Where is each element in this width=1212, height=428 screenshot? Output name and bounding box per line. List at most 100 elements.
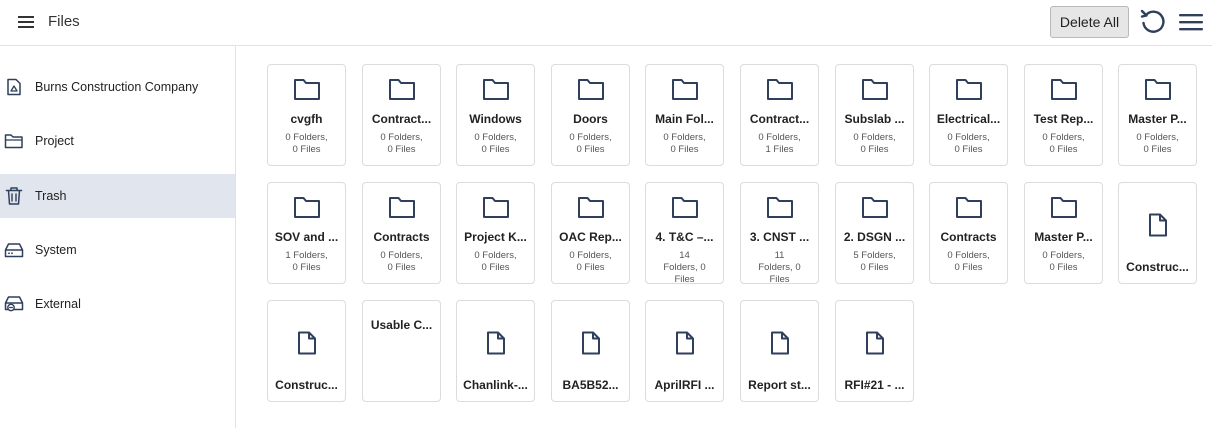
- item-count-line-2: Folders, 0: [758, 262, 801, 273]
- item-counts: 0 Folders, 0 Files: [461, 132, 530, 156]
- item-count-line-2: 0 Files: [860, 262, 889, 273]
- sidebar-item-project[interactable]: Project: [0, 119, 235, 163]
- item-name: Contract...: [749, 112, 810, 126]
- item-counts: 0 Folders, 0 Files: [367, 250, 436, 274]
- item-count-line-1: 0 Folders,: [758, 132, 801, 143]
- folder-card[interactable]: Contracts 0 Folders, 0 Files: [362, 182, 441, 284]
- item-count-line-1: 0 Folders,: [569, 132, 612, 143]
- menu-lines-icon: [1179, 14, 1203, 31]
- folder-card[interactable]: 4. T&C –... 14 Folders, 0 Files: [645, 182, 724, 284]
- sidebar-item-trash[interactable]: Trash: [0, 174, 235, 218]
- folder-card[interactable]: Contracts 0 Folders, 0 Files: [929, 182, 1008, 284]
- item-count-line-1: 0 Folders,: [380, 132, 423, 143]
- item-count-line-2: 0 Files: [387, 144, 416, 155]
- item-count-line-2: 0 Files: [954, 262, 983, 273]
- folder-card[interactable]: Main Fol... 0 Folders, 0 Files: [645, 64, 724, 166]
- folder-card[interactable]: Master P... 0 Folders, 0 Files: [1118, 64, 1197, 166]
- item-counts: 0 Folders, 0 Files: [461, 250, 530, 274]
- file-card[interactable]: AprilRFI ...: [645, 300, 724, 402]
- item-count-line-1: 0 Folders,: [947, 132, 990, 143]
- item-counts: 14 Folders, 0 Files: [650, 250, 719, 284]
- file-card[interactable]: Chanlink-...: [456, 300, 535, 402]
- item-count-line-2: 0 Files: [481, 144, 510, 155]
- folder-icon: [646, 77, 723, 101]
- item-count-line-2: 0 Files: [292, 262, 321, 273]
- item-name: Report st...: [748, 378, 811, 392]
- file-card[interactable]: Construc...: [1118, 182, 1197, 284]
- item-count-line-2: 0 Files: [1143, 144, 1172, 155]
- item-counts: 0 Folders, 0 Files: [556, 250, 625, 274]
- item-count-line-1: 0 Folders,: [380, 250, 423, 261]
- item-counts: 0 Folders, 0 Files: [840, 132, 909, 156]
- item-counts: 0 Folders, 0 Files: [650, 132, 719, 156]
- folder-icon: [741, 77, 818, 101]
- folder-card[interactable]: Test Rep... 0 Folders, 0 Files: [1024, 64, 1103, 166]
- file-card[interactable]: Construc...: [267, 300, 346, 402]
- item-name: Contract...: [371, 112, 432, 126]
- item-count-line-3: Files: [674, 274, 695, 284]
- file-icon: [836, 331, 913, 355]
- item-counts: 5 Folders, 0 Files: [840, 250, 909, 274]
- folder-card[interactable]: Project K... 0 Folders, 0 Files: [456, 182, 535, 284]
- sidebar-item-label: External: [35, 297, 81, 311]
- folder-icon: [741, 195, 818, 219]
- item-count-line-2: 0 Files: [1049, 262, 1078, 273]
- folder-icon: [836, 77, 913, 101]
- folder-icon: [457, 195, 534, 219]
- item-counts: 0 Folders, 1 Files: [745, 132, 814, 156]
- item-count-line-1: 0 Folders,: [474, 250, 517, 261]
- folder-card[interactable]: 3. CNST ... 11 Folders, 0 Files: [740, 182, 819, 284]
- folder-icon: [268, 195, 345, 219]
- item-count-line-2: 0 Files: [576, 144, 605, 155]
- item-count-line-1: 14: [679, 250, 690, 261]
- sidebar-item-system[interactable]: System: [0, 228, 235, 272]
- file-icon: [1119, 213, 1196, 237]
- sidebar-item-label: System: [35, 243, 77, 257]
- sidebar: Burns Construction Company Project Trash…: [0, 46, 236, 428]
- sidebar-item-external[interactable]: External: [0, 282, 235, 326]
- folder-card[interactable]: Doors 0 Folders, 0 Files: [551, 64, 630, 166]
- file-card[interactable]: Usable C...: [362, 300, 441, 402]
- item-name: 3. CNST ...: [749, 230, 810, 244]
- sidebar-item-burns-construction-company[interactable]: Burns Construction Company: [0, 65, 235, 109]
- file-card[interactable]: RFI#21 - ...: [835, 300, 914, 402]
- folder-card[interactable]: Windows 0 Folders, 0 Files: [456, 64, 535, 166]
- folder-card[interactable]: Contract... 0 Folders, 1 Files: [740, 64, 819, 166]
- file-icon: [741, 331, 818, 355]
- item-counts: 0 Folders, 0 Files: [272, 132, 341, 156]
- item-name: Usable C...: [370, 318, 433, 332]
- item-counts: 1 Folders, 0 Files: [272, 250, 341, 274]
- folder-icon: [836, 195, 913, 219]
- item-name: Construc...: [1126, 260, 1189, 274]
- folder-icon: [1025, 77, 1102, 101]
- file-card[interactable]: BA5B52...: [551, 300, 630, 402]
- hamburger-menu-button[interactable]: [16, 12, 40, 32]
- item-count-line-1: 0 Folders,: [663, 132, 706, 143]
- folder-card[interactable]: 2. DSGN ... 5 Folders, 0 Files: [835, 182, 914, 284]
- folder-card[interactable]: SOV and ... 1 Folders, 0 Files: [267, 182, 346, 284]
- sidebar-item-label: Project: [35, 134, 74, 148]
- folder-card[interactable]: Contract... 0 Folders, 0 Files: [362, 64, 441, 166]
- folder-card[interactable]: OAC Rep... 0 Folders, 0 Files: [551, 182, 630, 284]
- item-counts: 0 Folders, 0 Files: [1029, 132, 1098, 156]
- folder-card[interactable]: Master P... 0 Folders, 0 Files: [1024, 182, 1103, 284]
- item-name: Subslab ...: [844, 112, 905, 126]
- folder-icon: [457, 77, 534, 101]
- file-icon: [552, 331, 629, 355]
- item-count-line-1: 5 Folders,: [853, 250, 896, 261]
- item-count-line-1: 0 Folders,: [1042, 132, 1085, 143]
- item-name: Master P...: [1034, 230, 1093, 244]
- sidebar-item-label: Trash: [35, 189, 67, 203]
- delete-all-button[interactable]: Delete All: [1050, 6, 1129, 38]
- refresh-button[interactable]: [1138, 7, 1168, 37]
- item-count-line-1: 0 Folders,: [947, 250, 990, 261]
- external-drive-icon: [4, 294, 24, 314]
- item-name: Project K...: [464, 230, 527, 244]
- folder-card[interactable]: Electrical... 0 Folders, 0 Files: [929, 64, 1008, 166]
- more-menu-button[interactable]: [1178, 10, 1204, 34]
- folder-card[interactable]: cvgfh 0 Folders, 0 Files: [267, 64, 346, 166]
- file-icon: [646, 331, 723, 355]
- item-counts: 0 Folders, 0 Files: [556, 132, 625, 156]
- folder-card[interactable]: Subslab ... 0 Folders, 0 Files: [835, 64, 914, 166]
- file-card[interactable]: Report st...: [740, 300, 819, 402]
